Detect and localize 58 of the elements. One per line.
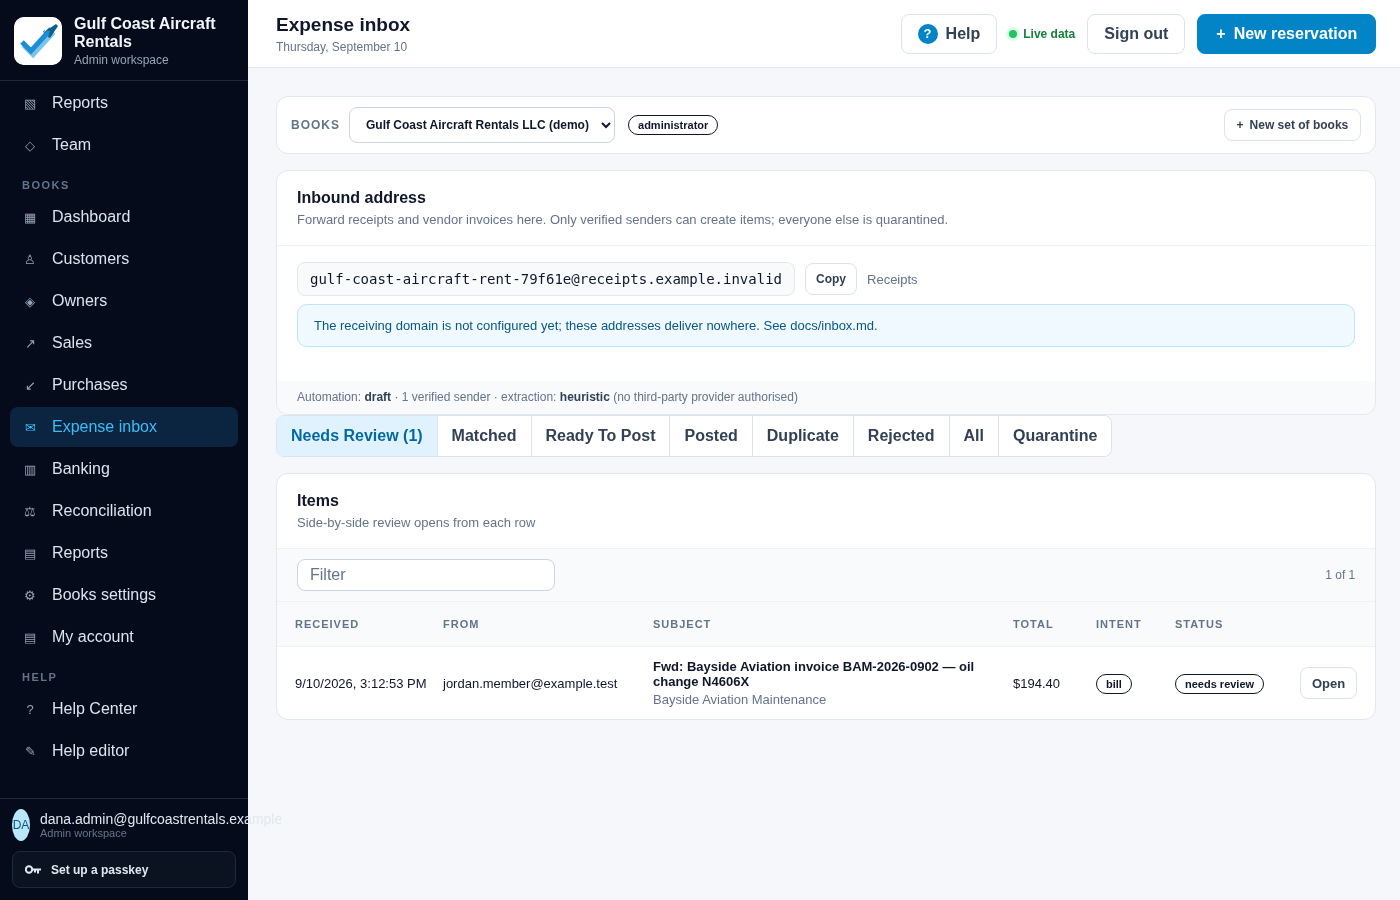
sidebar-item[interactable]: ↙ Purchases — [10, 365, 238, 405]
page-count: 1 of 1 — [1325, 568, 1356, 582]
sign-out-button[interactable]: Sign out — [1087, 13, 1186, 54]
sidebar-item[interactable]: ▧ Reports — [10, 83, 238, 123]
sidebar-item[interactable]: ✉ Expense inbox — [10, 407, 238, 447]
page-title: Expense inbox — [276, 13, 411, 36]
new-reservation-button[interactable]: + New reservation — [1197, 13, 1377, 54]
books-select[interactable]: Gulf Coast Aircraft Rentals LLC (demo) — [349, 107, 615, 143]
sidebar-item[interactable]: ▦ Dashboard — [10, 197, 238, 237]
filter-field[interactable]: Filter — [297, 559, 555, 591]
sidebar-item[interactable]: ? Help Center — [10, 689, 238, 729]
sidebar-item[interactable]: ↗ Sales — [10, 323, 238, 363]
help-button[interactable]: ? Help — [900, 13, 998, 54]
sidebar-item[interactable]: ⚖ Reconciliation — [10, 491, 238, 531]
subject-text: Fwd: Bayside Aviation invoice BAM-2026-0902 — oil change N4606X — [653, 659, 976, 689]
inbound-address-field[interactable]: gulf-coast-aircraft-rent-79f61e@receipts.example.invalid — [297, 262, 795, 296]
card-description: Forward receipts and vendor invoices here. Only verified senders can create items; everyone else is quarantined. — [297, 212, 950, 227]
sidebar-item[interactable]: ✎ Help editor — [10, 731, 238, 771]
sidebar-item[interactable]: ▤ Reports — [10, 533, 238, 573]
live-status: Live data — [1023, 26, 1076, 41]
sidebar-item[interactable]: ▤ My account — [10, 617, 238, 657]
column-header: TOTAL — [1013, 618, 1054, 630]
logo-icon — [14, 17, 62, 65]
sidebar-item[interactable]: ◇ Team — [10, 125, 238, 165]
table-cell-text: 9/10/2026, 3:12:53 PM — [295, 675, 428, 691]
status-dot — [1009, 29, 1018, 38]
column-header: INTENT — [1096, 618, 1142, 630]
column-header: FROM — [443, 618, 480, 630]
sidebar-item[interactable]: ◈ Owners — [10, 281, 238, 321]
nav-section-heading: HELP — [21, 670, 59, 685]
copy-button[interactable]: Copy — [805, 263, 857, 295]
column-header: SUBJECT — [653, 618, 712, 630]
column-header: RECEIVED — [295, 618, 360, 630]
vendor-name: Bayside Aviation Maintenance — [653, 692, 828, 707]
open-button[interactable]: Open — [1300, 667, 1358, 699]
brand-subtitle: Admin workspace — [74, 53, 170, 67]
automation-status: Automation: draft · 1 verified sender · extraction: heuristic (no third-party provider authorised) — [277, 381, 1376, 414]
card-title: Inbound address — [297, 189, 427, 207]
card-description: Side-by-side review opens from each row — [297, 515, 537, 530]
table-cell-text: jordan.member@example.test — [443, 675, 619, 691]
passkey-button[interactable]: Set up a passkey — [12, 851, 236, 888]
key-icon — [25, 865, 41, 874]
info-notice: The receiving domain is not configured yet; these addresses deliver nowhere. See docs/inbox.md. — [297, 304, 1356, 347]
new-books-button[interactable]: + New set of books — [1223, 109, 1362, 141]
status-tab[interactable]: Needs Review (1) — [277, 416, 438, 456]
nav-section-heading: BOOKS — [21, 178, 71, 193]
address-label: Receipts — [867, 271, 918, 287]
books-label: BOOKS — [291, 118, 340, 132]
sidebar-item[interactable]: ♙ Customers — [10, 239, 238, 279]
brand-name: Gulf Coast Aircraft Rentals — [74, 15, 217, 51]
sidebar-item[interactable]: ▥ Banking — [10, 449, 238, 489]
card-title: Items — [297, 492, 340, 510]
user-workspace: Admin workspace — [40, 827, 128, 839]
column-header: STATUS — [1175, 618, 1224, 630]
table-cell-text: $194.40 — [1013, 675, 1061, 691]
page-date: Thursday, September 10 — [276, 39, 409, 54]
sidebar-item[interactable]: ⚙ Books settings — [10, 575, 238, 615]
user-avatar: DA — [12, 809, 30, 841]
